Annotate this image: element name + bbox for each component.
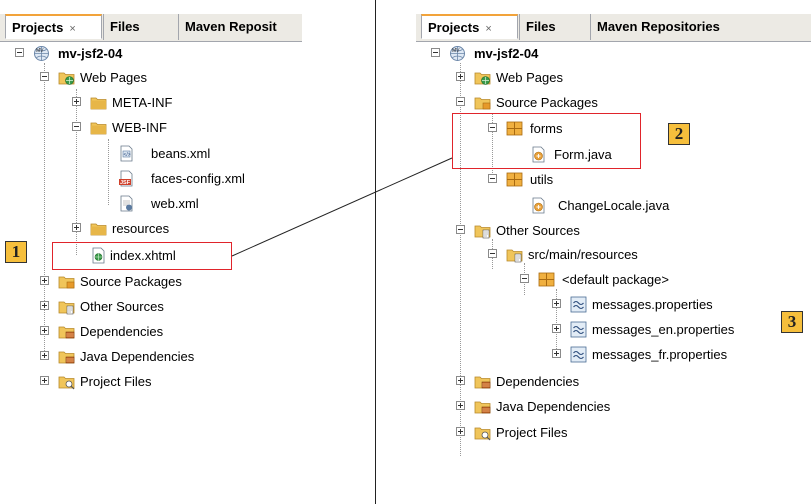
source-packages-folder-icon — [474, 94, 491, 111]
expand-toggle[interactable] — [40, 326, 49, 335]
tree-item-label: Other Sources — [496, 223, 580, 238]
tree-item-label: web.xml — [151, 196, 199, 211]
expand-toggle[interactable] — [40, 301, 49, 310]
maven-project-icon — [33, 45, 50, 62]
expand-toggle[interactable] — [552, 299, 561, 308]
tree-item-label: Dependencies — [80, 324, 164, 339]
expand-toggle[interactable] — [456, 376, 465, 385]
highlight-box-forms-package — [452, 113, 641, 169]
collapse-toggle[interactable] — [488, 174, 497, 183]
annotation-badge-3: 3 — [781, 311, 803, 333]
project-name: mv-jsf2-04 — [474, 46, 539, 61]
xml-file-icon — [118, 145, 135, 162]
web-pages-folder-icon — [58, 69, 75, 86]
tab-projects[interactable]: Projects × — [5, 14, 102, 39]
jsf-config-file-icon — [118, 170, 135, 187]
properties-file-icon — [570, 346, 587, 363]
tree-item-label: messages_fr.properties — [592, 347, 728, 362]
folder-icon — [90, 119, 107, 136]
dependencies-folder-icon — [58, 323, 75, 340]
close-icon[interactable]: × — [485, 23, 491, 35]
folder-icon — [90, 94, 107, 111]
annotation-badge-1: 1 — [5, 241, 27, 263]
folder-icon — [90, 220, 107, 237]
web-xml-file-icon — [118, 195, 135, 212]
tree-item-label: Source Packages — [80, 274, 182, 289]
expand-toggle[interactable] — [72, 223, 81, 232]
tree-item-label: messages_en.properties — [592, 322, 735, 337]
expand-toggle[interactable] — [72, 97, 81, 106]
dependencies-folder-icon — [474, 398, 491, 415]
right-tab-bar: Projects × Files Maven Repositories — [416, 14, 811, 42]
tree-item-label: Web Pages — [496, 70, 563, 85]
tree-guide-line — [108, 139, 109, 205]
dependencies-folder-icon — [474, 373, 491, 390]
expand-toggle[interactable] — [456, 72, 465, 81]
tree-item-label: Project Files — [496, 425, 568, 440]
tab-maven-repositories[interactable]: Maven Repositories — [590, 14, 811, 40]
tree-item-label: Java Dependencies — [496, 399, 611, 414]
tree-item-label: Project Files — [80, 374, 152, 389]
tree-item-label: WEB-INF — [112, 120, 167, 135]
other-sources-folder-icon — [474, 222, 491, 239]
web-pages-folder-icon — [474, 69, 491, 86]
collapse-toggle[interactable] — [431, 48, 440, 57]
expand-toggle[interactable] — [552, 324, 561, 333]
tree-item-label: messages.properties — [592, 297, 713, 312]
java-class-icon — [530, 197, 547, 214]
maven-project-icon — [449, 45, 466, 62]
panel-divider-line — [375, 0, 376, 504]
collapse-toggle[interactable] — [488, 249, 497, 258]
tree-item-label: src/main/resources — [528, 247, 638, 262]
project-files-folder-icon — [474, 424, 491, 441]
project-name: mv-jsf2-04 — [58, 46, 123, 61]
package-icon — [538, 271, 555, 288]
expand-toggle[interactable] — [552, 349, 561, 358]
collapse-toggle[interactable] — [520, 274, 529, 283]
tab-maven-repositories[interactable]: Maven Reposit — [178, 14, 302, 40]
dependencies-folder-icon — [58, 348, 75, 365]
tree-item-label: Other Sources — [80, 299, 164, 314]
collapse-toggle[interactable] — [15, 48, 24, 57]
tree-item-label: beans.xml — [151, 146, 211, 161]
tree-item-label: Java Dependencies — [80, 349, 195, 364]
tab-projects-label: Projects — [12, 20, 64, 35]
properties-file-icon — [570, 296, 587, 313]
tree-guide-line — [44, 63, 45, 355]
source-packages-folder-icon — [58, 273, 75, 290]
tree-item-label: utils — [530, 172, 554, 187]
highlight-box-index-xhtml — [52, 242, 232, 270]
right-projects-panel: Projects × Files Maven Repositories mv-js… — [416, 0, 811, 504]
expand-toggle[interactable] — [40, 351, 49, 360]
annotation-badge-2: 2 — [668, 123, 690, 145]
tab-projects-label: Projects — [428, 20, 480, 35]
collapse-toggle[interactable] — [72, 122, 81, 131]
tree-item-label: resources — [112, 221, 170, 236]
tree-item-label: faces-config.xml — [151, 171, 245, 186]
properties-file-icon — [570, 321, 587, 338]
tree-item-label: Dependencies — [496, 374, 580, 389]
close-icon[interactable]: × — [69, 23, 75, 35]
collapse-toggle[interactable] — [40, 72, 49, 81]
tab-files[interactable]: Files — [103, 14, 180, 40]
collapse-toggle[interactable] — [456, 225, 465, 234]
other-sources-folder-icon — [506, 246, 523, 263]
tree-item-label: Web Pages — [80, 70, 147, 85]
expand-toggle[interactable] — [40, 376, 49, 385]
expand-toggle[interactable] — [456, 427, 465, 436]
expand-toggle[interactable] — [456, 401, 465, 410]
expand-toggle[interactable] — [40, 276, 49, 285]
tab-projects[interactable]: Projects × — [421, 14, 518, 39]
tree-item-label: META-INF — [112, 95, 173, 110]
collapse-toggle[interactable] — [456, 97, 465, 106]
package-icon — [506, 171, 523, 188]
other-sources-folder-icon — [58, 298, 75, 315]
left-tab-bar: Projects × Files Maven Reposit — [0, 14, 302, 42]
tree-item-label: ChangeLocale.java — [558, 198, 670, 213]
tab-files[interactable]: Files — [519, 14, 596, 40]
project-files-folder-icon — [58, 373, 75, 390]
tree-item-label: <default package> — [562, 272, 669, 287]
